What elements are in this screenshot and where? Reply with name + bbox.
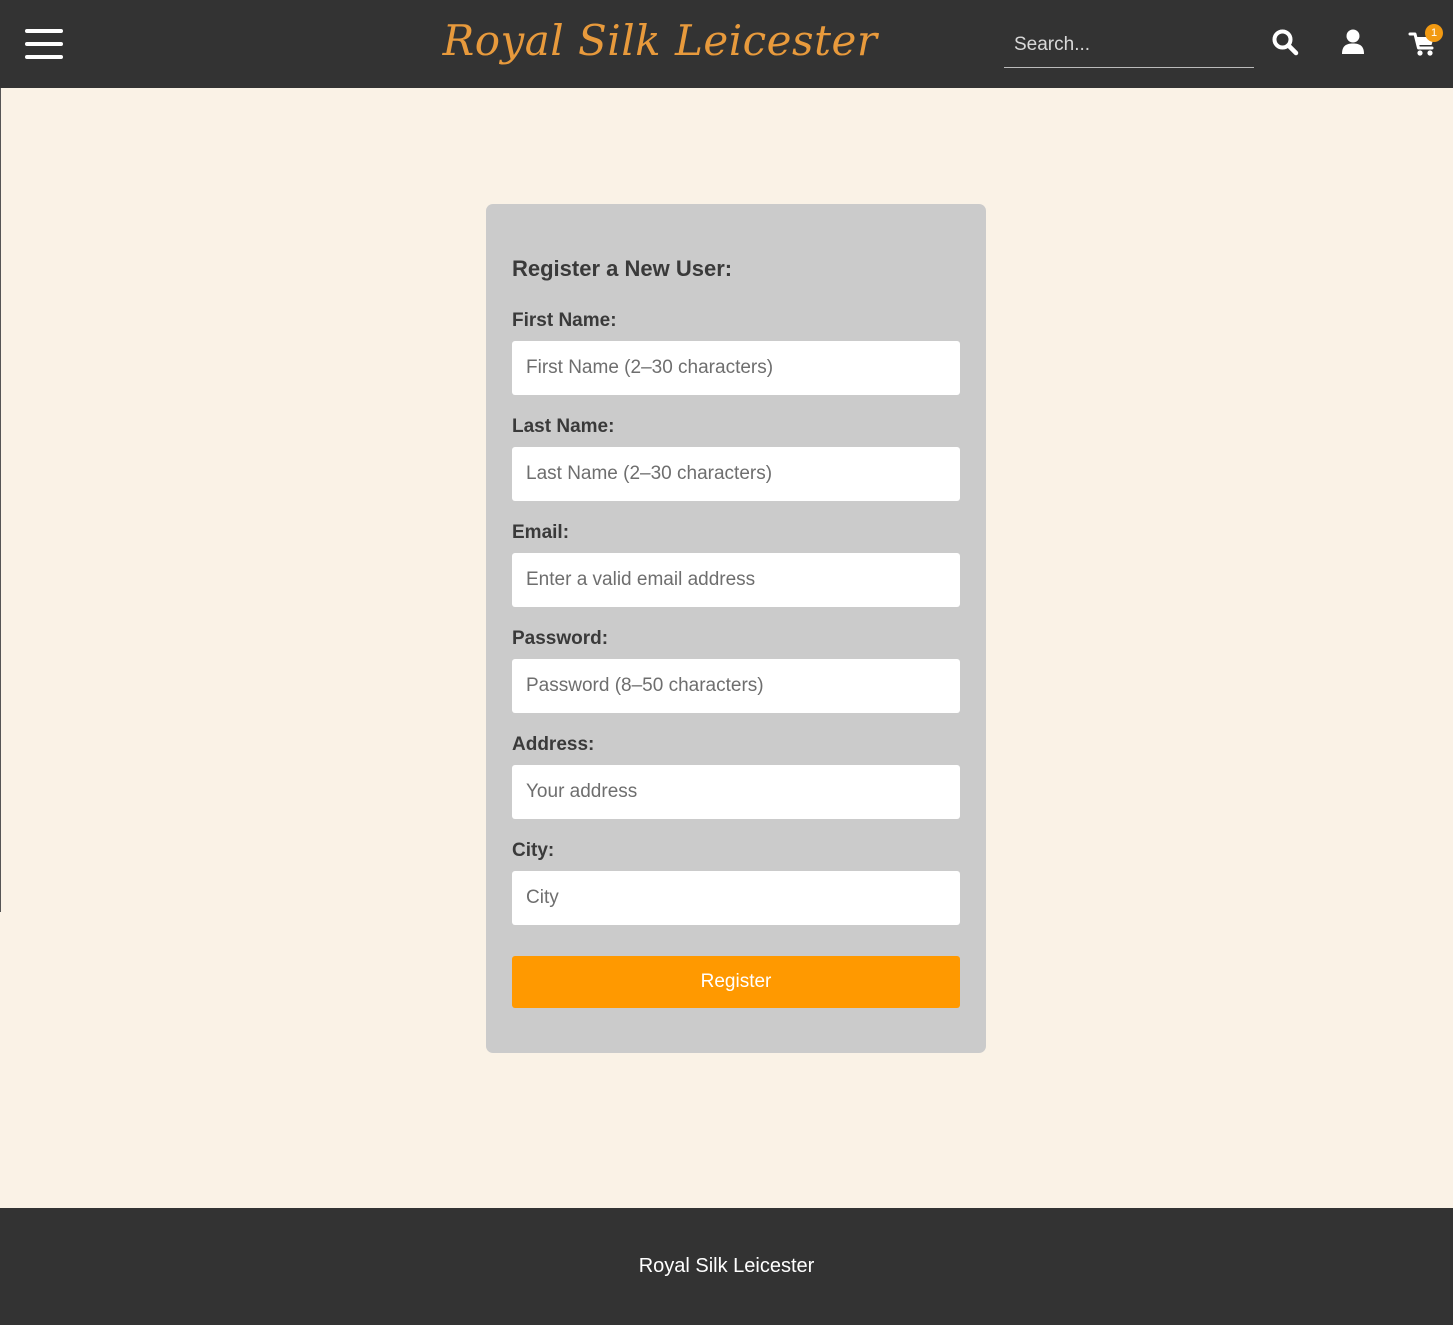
city-field[interactable]	[512, 871, 960, 925]
register-button[interactable]: Register	[512, 956, 960, 1008]
site-logo[interactable]: Royal Silk Leicester	[440, 8, 880, 74]
first-name-label: First Name:	[512, 310, 617, 331]
form-title: Register a New User:	[512, 256, 733, 281]
password-field[interactable]	[512, 659, 960, 713]
city-label: City:	[512, 840, 555, 861]
address-label: Address:	[512, 734, 595, 755]
password-label: Password:	[512, 628, 609, 649]
footer-brand-text: Royal Silk Leicester	[638, 1255, 815, 1277]
address-field[interactable]	[512, 765, 960, 819]
menu-bar	[25, 29, 63, 33]
search-icon[interactable]	[1271, 28, 1301, 58]
left-divider	[0, 88, 1, 912]
site-footer: Royal Silk Leicester	[0, 1208, 1453, 1325]
last-name-label: Last Name:	[512, 416, 615, 437]
last-name-field[interactable]	[512, 447, 960, 501]
register-form-card: Register a New User: First Name: Last Na…	[486, 204, 986, 1053]
user-icon[interactable]	[1340, 28, 1370, 58]
email-label: Email:	[512, 522, 570, 543]
first-name-field[interactable]	[512, 341, 960, 395]
menu-bar	[25, 55, 63, 59]
menu-bar	[25, 42, 63, 46]
hamburger-menu-icon[interactable]	[25, 29, 63, 59]
cart-count-badge: 1	[1425, 24, 1443, 42]
search-input[interactable]	[1004, 22, 1254, 68]
email-field[interactable]	[512, 553, 960, 607]
site-header: Royal Silk Leicester 1	[0, 0, 1453, 88]
